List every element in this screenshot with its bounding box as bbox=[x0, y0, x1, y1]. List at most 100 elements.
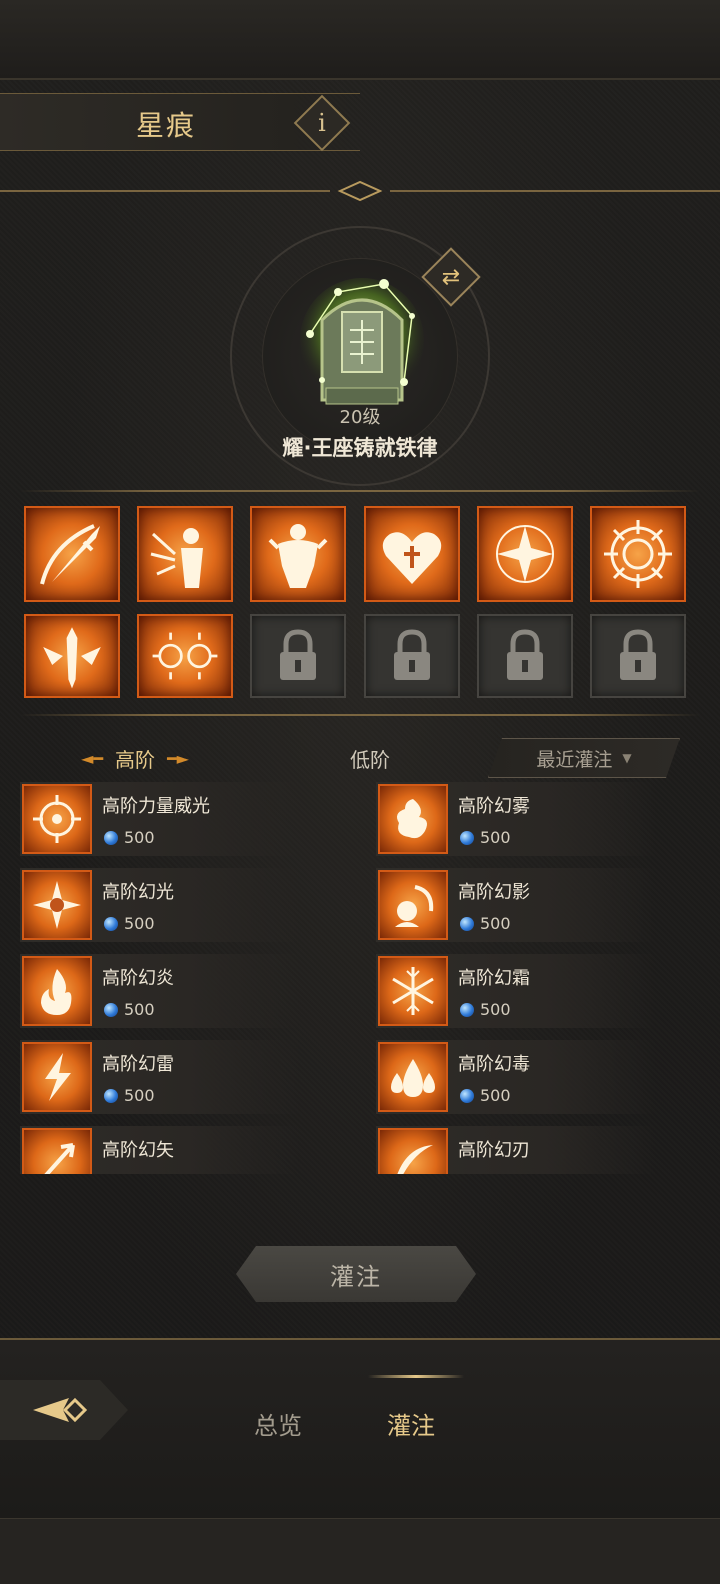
skill-slot-locked[interactable] bbox=[363, 614, 460, 698]
lock-icon bbox=[280, 629, 317, 680]
item-cost: 500 bbox=[460, 914, 511, 933]
emblem-name: 耀·王座铸就铁律 bbox=[282, 436, 438, 460]
skill-slot[interactable] bbox=[476, 506, 573, 602]
skill-slot[interactable] bbox=[24, 506, 120, 602]
power-radiance-icon bbox=[22, 784, 92, 854]
gem-icon bbox=[104, 916, 118, 931]
item-cost: 500 bbox=[460, 828, 511, 847]
gem-icon bbox=[104, 1002, 118, 1017]
gem-icon bbox=[104, 830, 118, 845]
list-item[interactable]: 高阶幻炎 500 bbox=[20, 954, 300, 1028]
cost-value: 500 bbox=[124, 1172, 155, 1174]
list-item[interactable]: 高阶幻毒 500 bbox=[376, 1040, 656, 1114]
skill-slot[interactable] bbox=[137, 506, 234, 602]
list-item[interactable]: 高阶幻矢 500 bbox=[20, 1126, 300, 1174]
item-name: 高阶幻毒 bbox=[458, 1054, 530, 1075]
top-band bbox=[0, 0, 720, 80]
gem-icon bbox=[460, 1088, 474, 1103]
tab-low-tier[interactable]: 低阶 bbox=[330, 738, 410, 778]
tab-high-tier[interactable]: ◄━ 高阶 ━► bbox=[40, 738, 230, 778]
item-cost: 500 bbox=[460, 1086, 511, 1105]
skill-slot[interactable] bbox=[589, 506, 686, 602]
skill-slot-grid bbox=[24, 506, 696, 698]
divider bbox=[20, 714, 700, 716]
cost-value: 500 bbox=[124, 1086, 155, 1105]
wing-right-icon: ━► bbox=[167, 748, 189, 768]
gem-icon bbox=[460, 830, 474, 845]
item-name: 高阶幻光 bbox=[102, 882, 174, 903]
item-name: 高阶幻霜 bbox=[458, 968, 530, 989]
cost-value: 500 bbox=[480, 1000, 511, 1019]
gem-icon bbox=[104, 1088, 118, 1103]
list-item[interactable]: 高阶幻影 500 bbox=[376, 868, 656, 942]
item-name: 高阶幻矢 bbox=[102, 1140, 174, 1161]
thunder-icon bbox=[22, 1042, 92, 1112]
nav-tab-overview[interactable]: 总览 bbox=[254, 1406, 302, 1441]
infusion-list[interactable]: 高阶力量威光 500 高阶幻光 500 高阶幻炎 500 高阶幻雷 500 高阶… bbox=[20, 782, 700, 1174]
cost-value: 500 bbox=[480, 914, 511, 933]
infuse-button[interactable]: 灌注 bbox=[236, 1246, 476, 1302]
emblem-level: 20级 bbox=[339, 407, 381, 428]
item-cost: 500 bbox=[460, 1000, 511, 1019]
cost-value: 500 bbox=[124, 1000, 155, 1019]
cost-value: 500 bbox=[480, 1172, 511, 1174]
skill-slot-locked[interactable] bbox=[476, 614, 573, 698]
light-icon bbox=[22, 870, 92, 940]
list-item[interactable]: 高阶幻霜 500 bbox=[376, 954, 656, 1028]
item-cost: 500 bbox=[104, 1172, 155, 1174]
list-item[interactable]: 高阶幻雾 500 bbox=[376, 782, 656, 856]
list-item[interactable]: 高阶力量威光 500 bbox=[20, 782, 300, 856]
arrow-icon bbox=[22, 1128, 92, 1174]
item-cost: 500 bbox=[460, 1172, 511, 1174]
winged-sword-icon bbox=[43, 627, 101, 689]
item-cost: 500 bbox=[104, 828, 155, 847]
item-name: 高阶幻雾 bbox=[458, 796, 530, 817]
item-cost: 500 bbox=[104, 914, 155, 933]
sort-dropdown[interactable]: 最近灌注 ▼ bbox=[488, 738, 680, 778]
emblem-constellation-icon[interactable] bbox=[292, 270, 432, 420]
skill-slot-locked[interactable] bbox=[589, 614, 686, 698]
tab-high-label: 高阶 bbox=[115, 747, 155, 772]
skill-slot[interactable] bbox=[363, 506, 460, 602]
skill-slot[interactable] bbox=[24, 614, 120, 698]
caret-down-icon: ▼ bbox=[622, 751, 632, 765]
skill-slot[interactable] bbox=[137, 614, 234, 698]
twin-orbs-icon bbox=[152, 632, 218, 680]
lock-icon bbox=[506, 629, 543, 680]
list-item[interactable]: 高阶幻刃 500 bbox=[376, 1126, 656, 1174]
nav-tab-infuse[interactable]: 灌注 bbox=[387, 1406, 435, 1441]
item-name: 高阶力量威光 bbox=[102, 796, 210, 817]
page-title: 星痕 bbox=[136, 109, 197, 142]
skill-slot[interactable] bbox=[250, 506, 347, 602]
item-name: 高阶幻影 bbox=[458, 882, 530, 903]
cost-value: 500 bbox=[480, 1086, 511, 1105]
mist-icon bbox=[378, 784, 448, 854]
active-tab-indicator bbox=[368, 1375, 464, 1378]
footer-band bbox=[0, 1518, 720, 1584]
item-cost: 500 bbox=[104, 1086, 155, 1105]
infuse-button-label: 灌注 bbox=[330, 1262, 382, 1291]
lock-icon bbox=[393, 629, 430, 680]
item-name: 高阶幻雷 bbox=[102, 1054, 174, 1075]
item-cost: 500 bbox=[104, 1000, 155, 1019]
wing-left-icon: ◄━ bbox=[81, 748, 103, 768]
info-icon: i bbox=[318, 109, 326, 137]
cost-value: 500 bbox=[124, 828, 155, 847]
sort-dropdown-label: 最近灌注 bbox=[536, 748, 613, 771]
shadow-icon bbox=[378, 870, 448, 940]
star-burst-icon bbox=[495, 525, 554, 583]
skill-slot-locked[interactable] bbox=[250, 614, 347, 698]
sword-slash-icon bbox=[40, 524, 100, 585]
lock-icon bbox=[619, 629, 656, 680]
header-ornament bbox=[0, 180, 720, 202]
sun-wheel-icon bbox=[603, 520, 672, 588]
cost-value: 500 bbox=[480, 828, 511, 847]
list-item[interactable]: 高阶幻雷 500 bbox=[20, 1040, 300, 1114]
gem-icon bbox=[460, 1002, 474, 1017]
swap-icon: ⇄ bbox=[441, 264, 461, 290]
frost-icon bbox=[378, 956, 448, 1026]
flame-icon bbox=[22, 956, 92, 1026]
item-name: 高阶幻刃 bbox=[458, 1140, 530, 1161]
list-item[interactable]: 高阶幻光 500 bbox=[20, 868, 300, 942]
muscle-warrior-icon bbox=[268, 524, 328, 588]
